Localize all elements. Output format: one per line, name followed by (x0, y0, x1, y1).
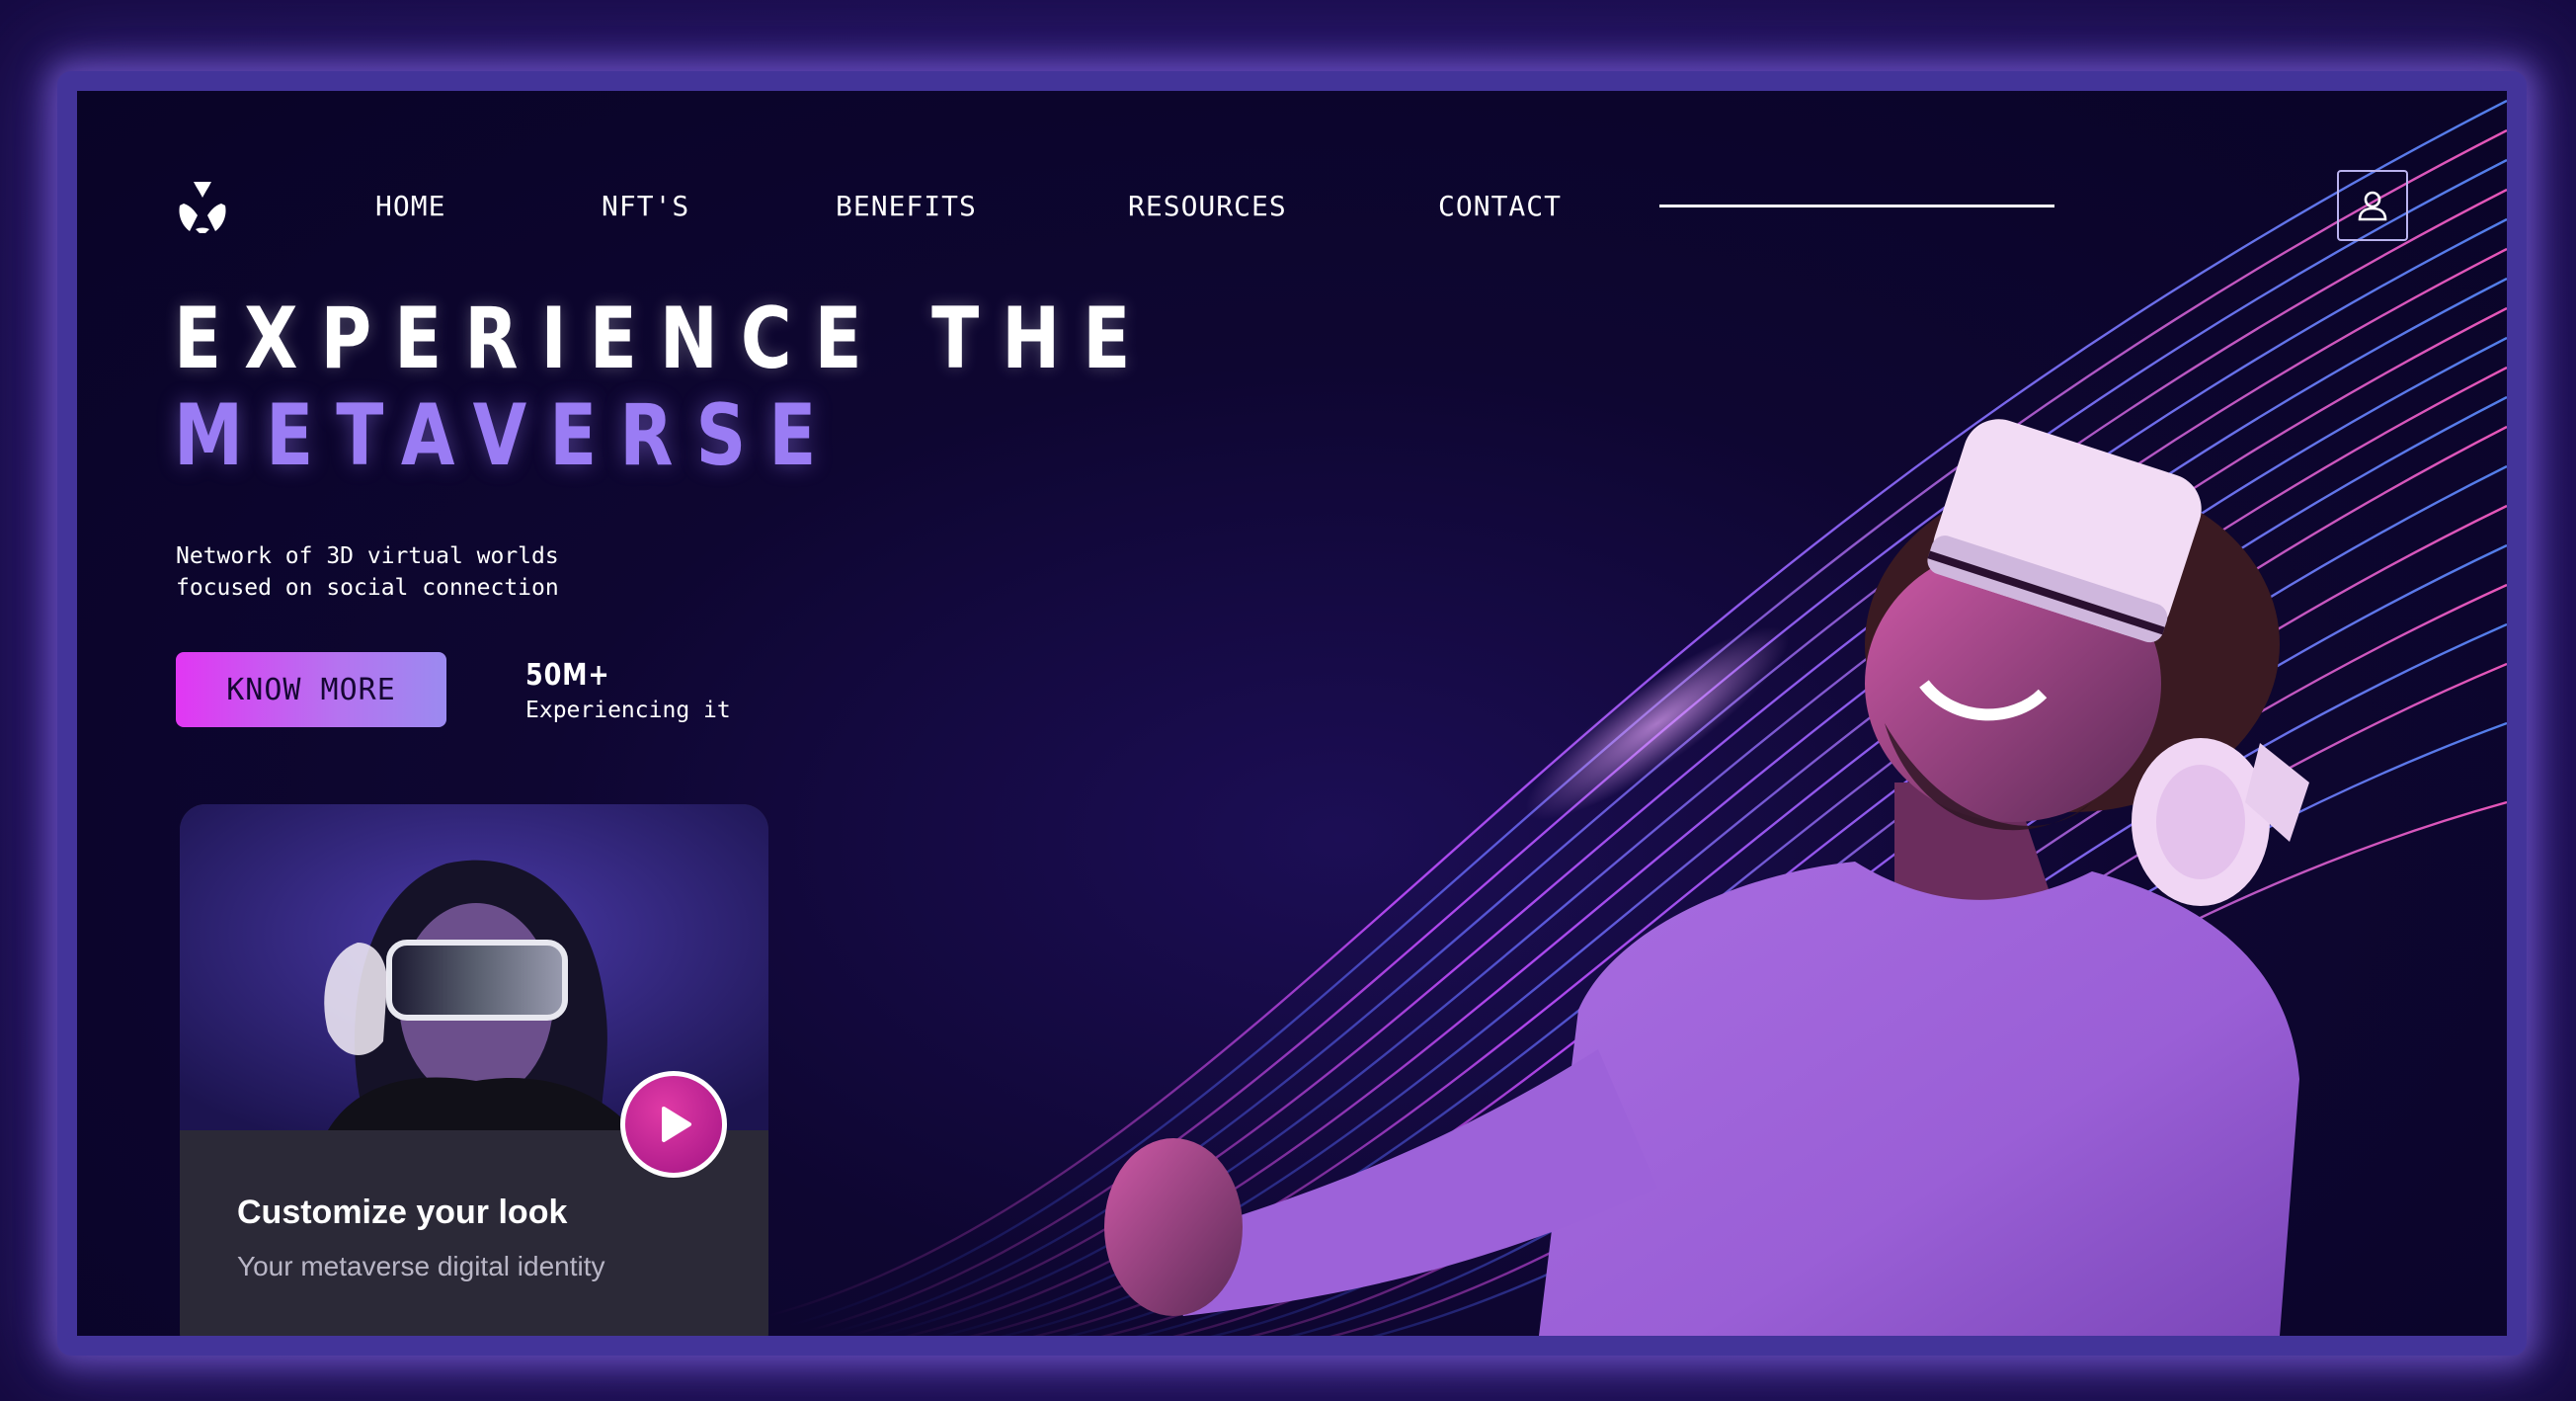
nav-home[interactable]: HOME (375, 190, 445, 222)
customize-look-card[interactable]: Customize your look Your metaverse digit… (180, 804, 768, 1336)
card-subtitle: Your metaverse digital identity (237, 1251, 605, 1281)
play-icon (662, 1107, 691, 1142)
website-screen: HOME NFT'S BENEFITS RESOURCES CONTACT EX… (77, 91, 2507, 1336)
nav-divider-line (1659, 205, 2054, 207)
user-icon (2358, 191, 2387, 221)
hero-title-line2: METAVERSE (174, 386, 840, 485)
tagline-line1: Network of 3D virtual worlds (176, 543, 559, 569)
nav-contact[interactable]: CONTACT (1438, 190, 1562, 222)
nav-resources[interactable]: RESOURCES (1128, 190, 1287, 222)
know-more-button[interactable]: KNOW MORE (176, 652, 446, 727)
tri-segment-circle-logo[interactable] (176, 180, 229, 233)
hero-tagline: Network of 3D virtual worlds focused on … (176, 540, 559, 604)
play-video-button[interactable] (620, 1071, 727, 1178)
hero-title-line1: EXPERIENCE THE (174, 289, 1154, 388)
nav-benefits[interactable]: BENEFITS (836, 190, 977, 222)
tagline-line2: focused on social connection (176, 575, 559, 601)
nav-nfts[interactable]: NFT'S (602, 190, 689, 222)
user-account-button[interactable] (2337, 170, 2408, 241)
card-title: Customize your look (237, 1194, 568, 1231)
stat-value: 50M+ (525, 658, 610, 693)
stat-label: Experiencing it (525, 698, 731, 723)
